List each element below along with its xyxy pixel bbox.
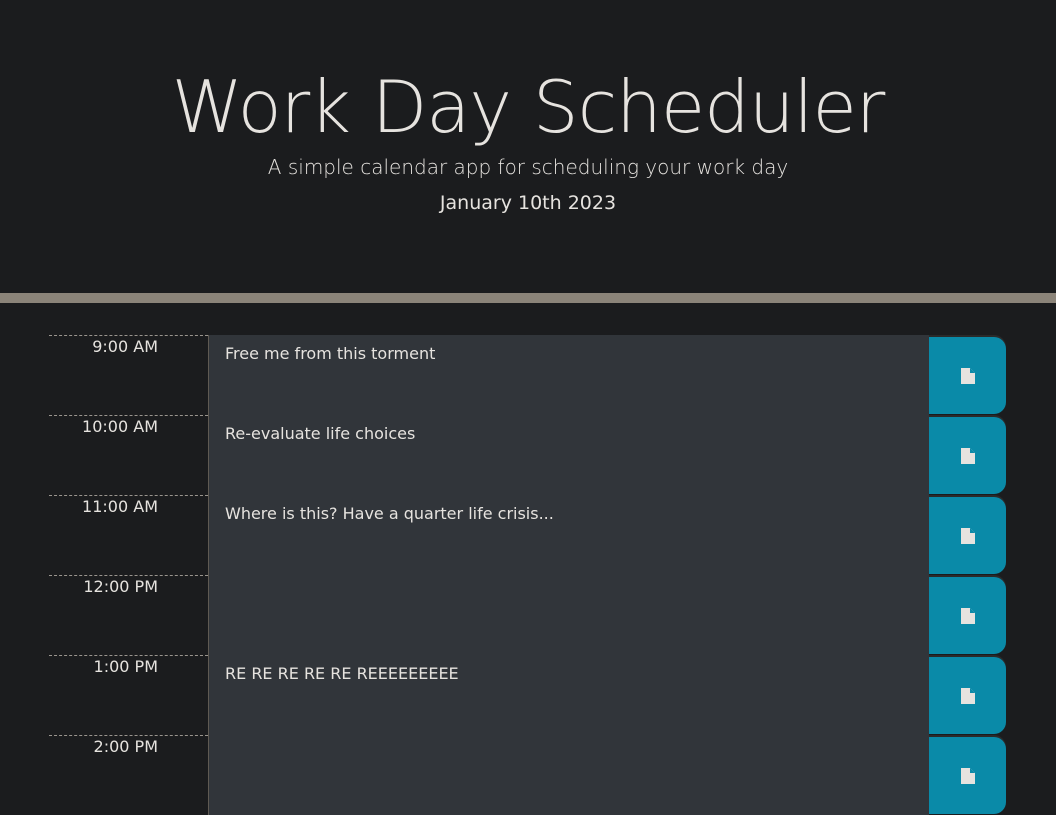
time-block-13: 1:00 PM RE RE RE RE RE REEEEEEEEE (49, 655, 1007, 735)
description-textarea[interactable]: Re-evaluate life choices (208, 415, 929, 495)
save-icon (960, 527, 975, 544)
hour-label: 10:00 AM (49, 415, 208, 495)
page-title: Work Day Scheduler (171, 65, 886, 149)
schedule-container: 9:00 AM Free me from this torment 10:00 … (49, 335, 1007, 815)
save-button[interactable] (929, 737, 1006, 814)
save-button[interactable] (929, 497, 1006, 574)
header: Work Day Scheduler A simple calendar app… (0, 0, 1056, 293)
time-block-11: 11:00 AM Where is this? Have a quarter l… (49, 495, 1007, 575)
description-text: Re-evaluate life choices (225, 424, 416, 443)
description-textarea[interactable]: Free me from this torment (208, 335, 929, 415)
hour-label: 11:00 AM (49, 495, 208, 575)
description-text: Free me from this torment (225, 344, 436, 363)
save-button[interactable] (929, 577, 1006, 654)
save-button[interactable] (929, 337, 1006, 414)
hour-label: 12:00 PM (49, 575, 208, 655)
save-icon (960, 367, 975, 384)
description-textarea[interactable] (208, 735, 929, 815)
time-block-14: 2:00 PM (49, 735, 1007, 815)
description-textarea[interactable]: RE RE RE RE RE REEEEEEEEE (208, 655, 929, 735)
current-day: January 10th 2023 (439, 192, 617, 214)
time-block-10: 10:00 AM Re-evaluate life choices (49, 415, 1007, 495)
description-textarea[interactable] (208, 575, 929, 655)
hour-label: 1:00 PM (49, 655, 208, 735)
save-icon (960, 687, 975, 704)
hour-label: 2:00 PM (49, 735, 208, 815)
hour-label: 9:00 AM (49, 335, 208, 415)
save-button[interactable] (929, 657, 1006, 734)
page-subtitle: A simple calendar app for scheduling you… (267, 155, 789, 179)
description-text: RE RE RE RE RE REEEEEEEEE (225, 664, 459, 683)
description-text: Where is this? Have a quarter life crisi… (225, 504, 554, 523)
save-button[interactable] (929, 417, 1006, 494)
time-block-12: 12:00 PM (49, 575, 1007, 655)
save-icon (960, 607, 975, 624)
save-icon (960, 447, 975, 464)
time-block-9: 9:00 AM Free me from this torment (49, 335, 1007, 415)
description-textarea[interactable]: Where is this? Have a quarter life crisi… (208, 495, 929, 575)
save-icon (960, 767, 975, 784)
header-divider (0, 293, 1056, 303)
